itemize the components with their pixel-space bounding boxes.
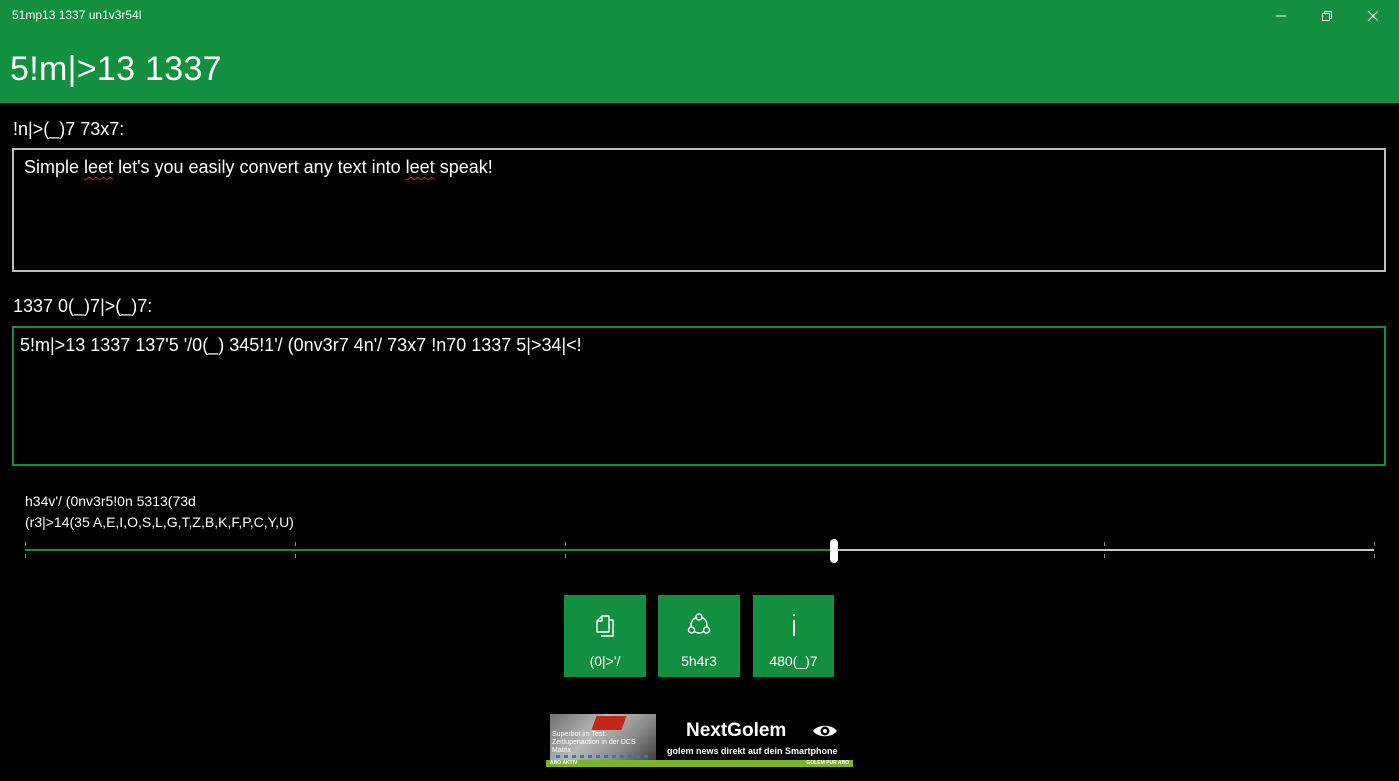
eye-icon (812, 723, 838, 744)
input-text-part: let's you easily convert any text into (113, 157, 406, 177)
info-icon (789, 611, 799, 639)
slider-tick (295, 554, 296, 558)
ad-brand: NextGolem (686, 720, 787, 741)
output-label: 1337 0(_)7|>(_)7: (13, 296, 153, 316)
input-text-part: Simple (24, 157, 85, 177)
slider-tick (25, 542, 26, 546)
window-title: 51mp13 1337 un1v3r54l (12, 8, 142, 22)
heaviness-label: h34v'/ (0nv3r5!0n 5313(73d (25, 493, 196, 509)
close-button[interactable] (1350, 0, 1396, 32)
app-title: 5!m|>13 1337 (10, 50, 222, 88)
copy-icon (592, 611, 618, 639)
slider-tick (565, 554, 566, 558)
window-titlebar: 51mp13 1337 un1v3r54l (0, 0, 1399, 32)
app-header: 5!m|>13 1337 (0, 32, 1399, 103)
close-icon (1367, 10, 1379, 22)
conversion-slider-track[interactable] (25, 549, 1374, 551)
ad-thumbnail-strip (556, 755, 652, 758)
minimize-icon (1276, 15, 1286, 17)
restore-button[interactable] (1304, 0, 1350, 32)
conversion-slider-fill (25, 549, 835, 551)
ad-bar-left-text: ABO AKTIV (550, 760, 578, 766)
input-text-part: speak! (434, 157, 493, 177)
ad-banner[interactable]: Superbot im Test: Zeitlupenaction in der… (546, 714, 853, 767)
input-label: !n|>(_)7 73x7: (13, 119, 125, 139)
about-button[interactable]: 480(_)7 (753, 595, 834, 677)
minimize-button[interactable] (1258, 0, 1304, 32)
conversion-slider-thumb[interactable] (830, 539, 839, 563)
slider-tick (1104, 542, 1105, 546)
input-textbox[interactable]: Simple leet let's you easily convert any… (12, 148, 1386, 272)
ad-thumbnail-logo (591, 716, 627, 730)
input-misspelled-word: leet (84, 157, 114, 177)
input-misspelled-word: leet (405, 157, 435, 177)
share-button-label: 5h4r3 (681, 653, 717, 669)
slider-tick (1104, 554, 1105, 558)
slider-tick (1374, 542, 1375, 546)
about-button-label: 480(_)7 (769, 653, 818, 669)
slider-tick (565, 542, 566, 546)
share-icon (685, 611, 713, 639)
ad-bar-right-text: GOLEM PUR ABO (806, 760, 849, 766)
copy-button-label: (0|>'/ (589, 653, 621, 669)
slider-tick (1374, 554, 1375, 558)
output-textbox[interactable]: 5!m|>13 1337 137'5 '/0(_) 345!1'/ (0nv3r… (12, 326, 1386, 466)
slider-tick (25, 554, 26, 558)
copy-button[interactable]: (0|>'/ (564, 595, 646, 677)
ad-tagline: golem news direkt auf dein Smartphone (667, 746, 838, 756)
restore-icon (1322, 11, 1332, 21)
share-button[interactable]: 5h4r3 (658, 595, 740, 677)
ad-thumbnail-caption: Superbot im Test: Zeitlupenaction in der… (552, 731, 636, 754)
output-text: 5!m|>13 1337 137'5 '/0(_) 345!1'/ (0nv3r… (20, 335, 582, 355)
replaces-label: (r3|>14(35 A,E,I,O,S,L,G,T,Z,B,K,F,P,C,Y… (25, 514, 294, 530)
ad-thumbnail: Superbot im Test: Zeitlupenaction in der… (550, 714, 656, 760)
slider-tick (295, 542, 296, 546)
